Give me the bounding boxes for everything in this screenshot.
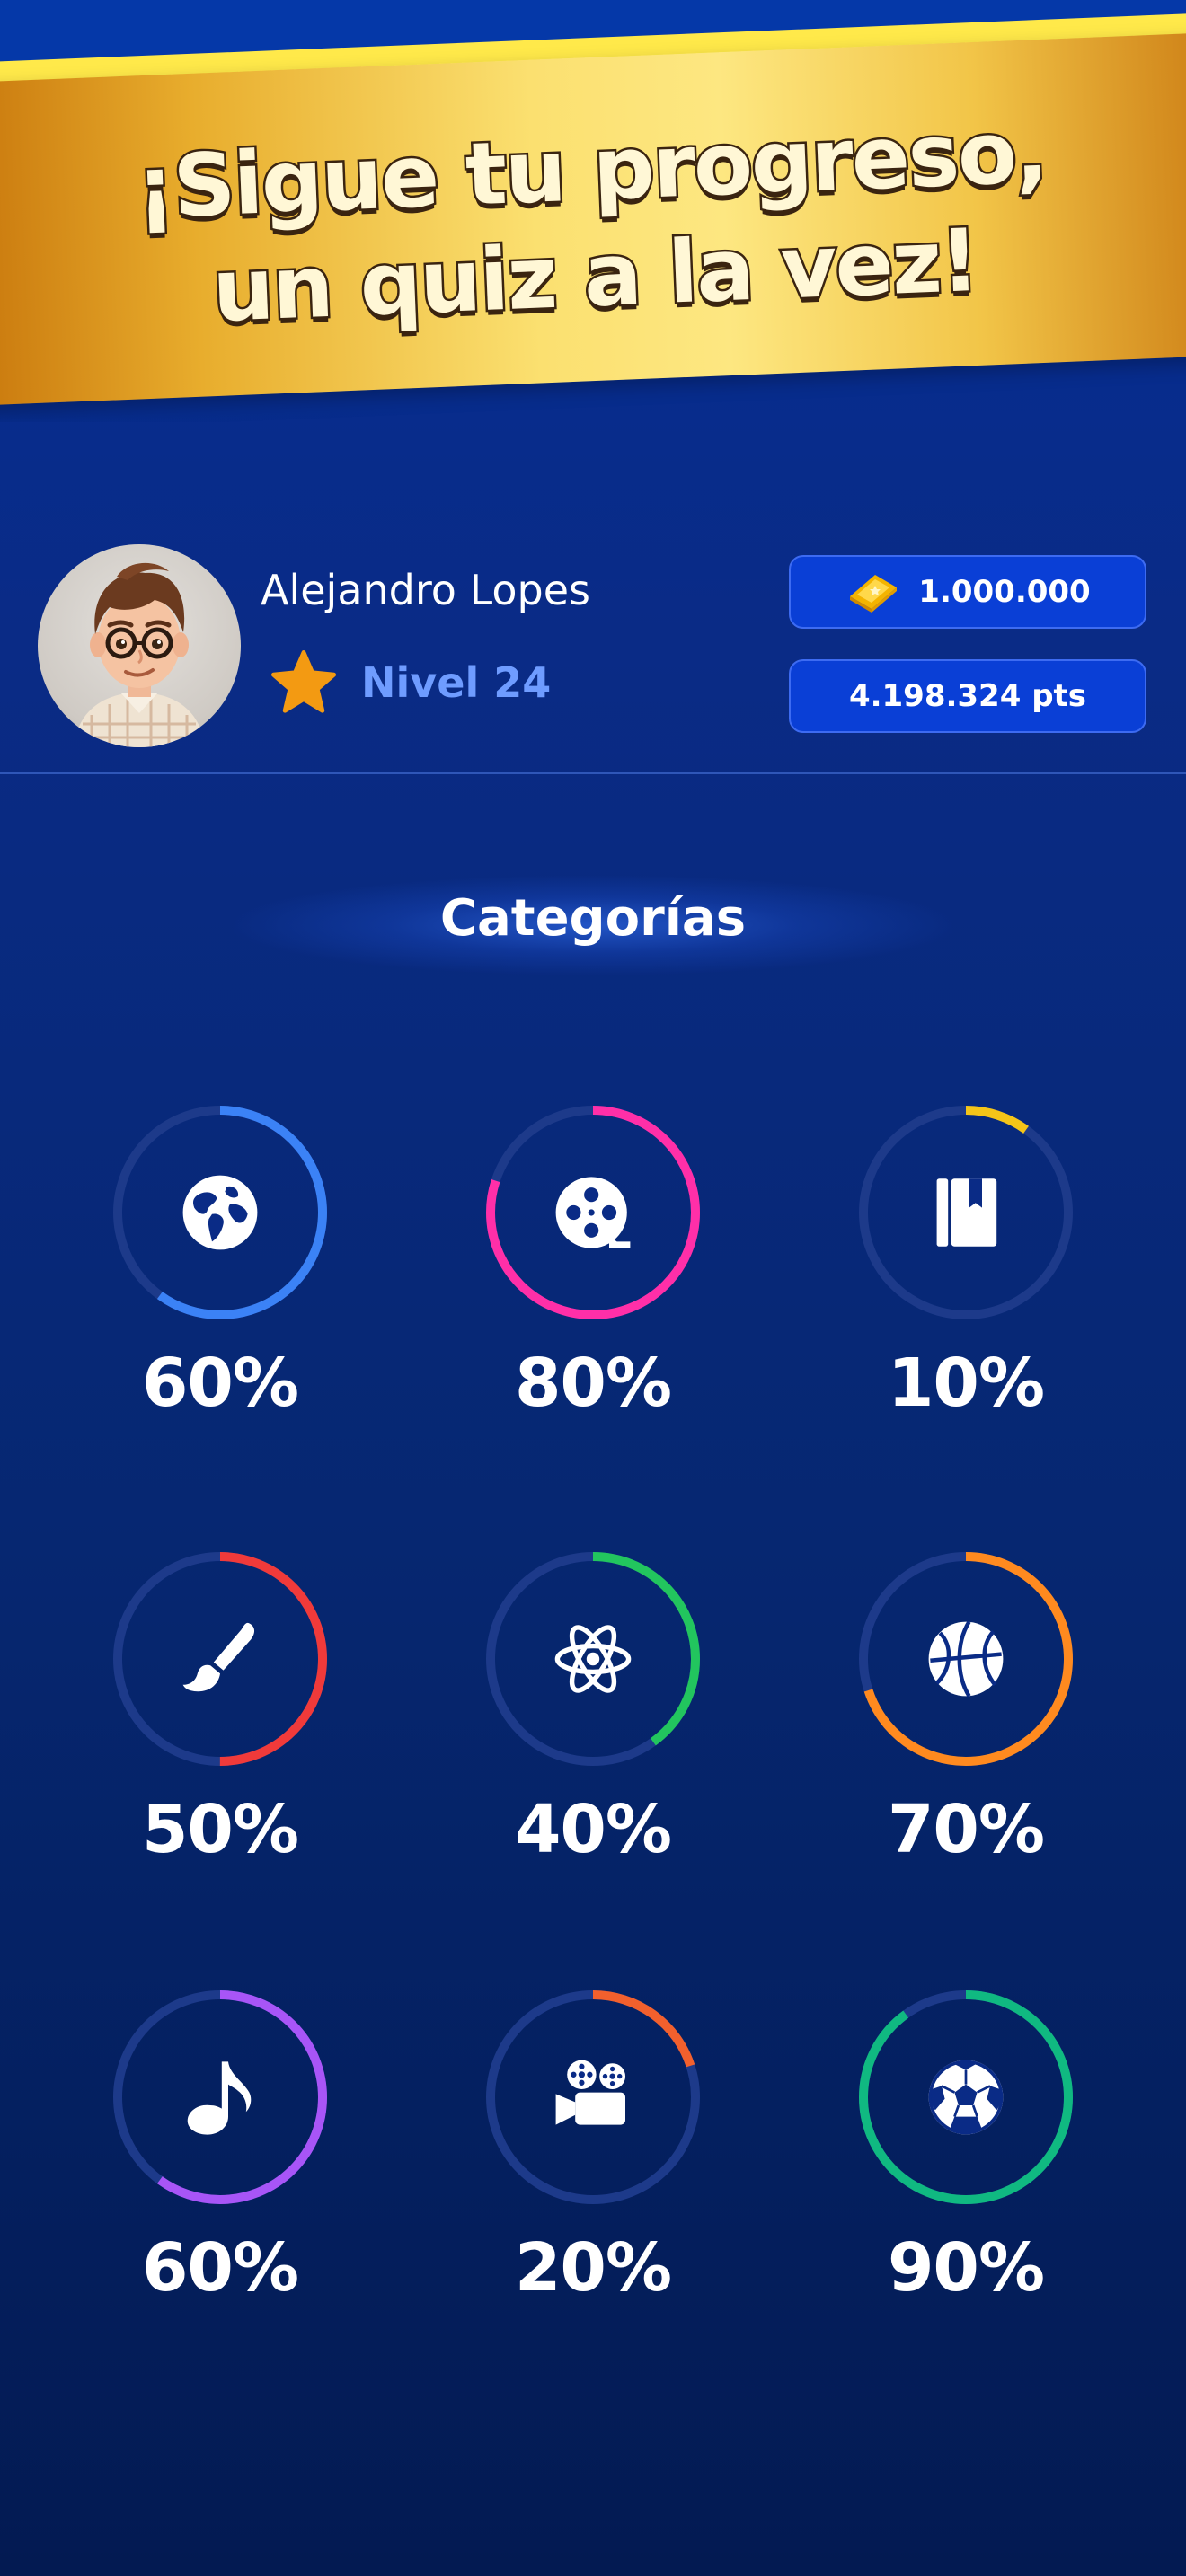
level-indicator: Nivel 24 xyxy=(268,647,551,719)
user-name: Alejandro Lopes xyxy=(261,566,590,614)
movie-camera-icon xyxy=(555,2060,625,2125)
divider xyxy=(0,772,1186,774)
category-percent: 20% xyxy=(514,2229,672,2307)
section-title: Categorías xyxy=(439,889,747,948)
category-percent: 60% xyxy=(141,2229,299,2307)
category-percent: 50% xyxy=(141,1791,299,1868)
category-percent: 10% xyxy=(887,1345,1045,1422)
banner: ¡Sigue tu progreso, un quiz a la vez! xyxy=(0,0,1186,422)
category-art[interactable]: 50% xyxy=(85,1547,355,1888)
film-reel-icon xyxy=(555,1177,631,1248)
category-music[interactable]: 60% xyxy=(85,1985,355,2326)
music-note-icon xyxy=(187,2061,252,2135)
soccer-ball-icon xyxy=(928,2060,1004,2135)
avatar[interactable] xyxy=(38,544,241,747)
category-globe[interactable]: 60% xyxy=(85,1100,355,1442)
category-movies[interactable]: 80% xyxy=(458,1100,728,1442)
avatar-illustration xyxy=(74,562,205,747)
star-icon xyxy=(271,650,336,713)
category-percent: 40% xyxy=(514,1791,672,1868)
category-percent: 70% xyxy=(887,1791,1045,1868)
category-percent: 60% xyxy=(141,1345,299,1422)
category-percent: 90% xyxy=(887,2229,1045,2307)
paintbrush-icon xyxy=(182,1622,255,1692)
coins-value: 1.000.000 xyxy=(918,574,1091,610)
category-percent: 80% xyxy=(514,1345,672,1422)
points-value: 4.198.324 pts xyxy=(848,678,1087,714)
coins-balance-button[interactable]: 1.000.000 xyxy=(789,555,1146,629)
category-sports[interactable]: 70% xyxy=(831,1547,1101,1888)
level-label: Nivel 24 xyxy=(361,658,552,707)
book-icon xyxy=(936,1178,997,1247)
profile-header: Alejandro Lopes Nivel 24 1.000.000 4.198… xyxy=(0,539,1186,772)
category-books[interactable]: 10% xyxy=(831,1100,1101,1442)
category-cinema[interactable]: 20% xyxy=(458,1985,728,2326)
category-soccer[interactable]: 90% xyxy=(831,1985,1101,2326)
atom-icon xyxy=(554,1625,632,1693)
basketball-icon xyxy=(928,1620,1004,1698)
points-balance-button[interactable]: 4.198.324 pts xyxy=(789,659,1146,733)
category-science[interactable]: 40% xyxy=(458,1547,728,1888)
globe-icon xyxy=(182,1175,258,1250)
gold-bar-icon xyxy=(850,575,898,613)
